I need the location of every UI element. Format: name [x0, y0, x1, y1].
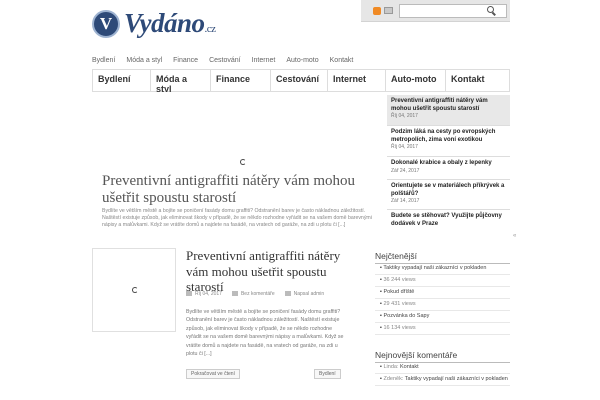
logo-name: Vydáno [124, 8, 205, 38]
top-navigation: Bydlení Móda a styl Finance Cestování In… [92, 57, 353, 64]
slider-item-date: Zář 14, 2017 [391, 198, 420, 204]
slider-item[interactable]: Budete se stěhovat? Využijte půjčovny do… [387, 210, 510, 233]
popular-item-views: 29 431 views [383, 301, 416, 307]
topnav-item-internet[interactable]: Internet [252, 57, 276, 64]
post-comments-text: Bez komentáře [240, 291, 275, 297]
post-author-text: Napsal admin [293, 291, 325, 297]
slider-item[interactable]: Orientujete se v materiálech příkrývek a… [387, 180, 510, 210]
main-navigation: Bydlení Móda a styl Finance Cestování In… [92, 69, 510, 94]
mainnav-item-finance[interactable]: Finance [211, 70, 271, 91]
mainnav-item-kontakt[interactable]: Kontakt [446, 70, 510, 91]
popular-list: ▪ Taktiky vypadají naši zákazníci v pokl… [375, 263, 510, 335]
slider-item[interactable]: Preventivní antigraffiti nátěry vám moho… [387, 95, 510, 126]
post-meta: Říj 04, 2017 Bez komentáře Napsal admin [186, 291, 324, 297]
slider-item-title: Podzim láká na cesty po evropských metro… [391, 129, 496, 143]
popular-item-views: 16 134 views [383, 325, 416, 331]
slider-item-title: Orientujete se v materiálech příkrývek a… [391, 183, 505, 197]
popular-item[interactable]: ▪ Pozvánka do Sapy [375, 311, 510, 323]
slider-item-date: Zář 24, 2017 [391, 167, 420, 174]
comment-item[interactable]: ▪ Linda: Kontakt [375, 362, 510, 374]
logo-tld: .cz [204, 23, 217, 35]
topnav-item-moda[interactable]: Móda a styl [126, 57, 162, 64]
topnav-item-kontakt[interactable]: Kontakt [330, 57, 354, 64]
popular-item-title: Taktiky vypadají naši zákazníci v poklad… [383, 265, 487, 271]
topnav-item-cestovani[interactable]: Cestování [209, 57, 241, 64]
post-thumbnail[interactable] [92, 248, 176, 332]
read-more-button[interactable]: Pokračovat ve čtení [186, 369, 240, 379]
popular-item[interactable]: ▪ Pokud dříště [375, 287, 510, 299]
featured-slide[interactable]: Preventivní antigraffiti nátěry vám moho… [92, 92, 382, 232]
mainnav-item-auto-moto[interactable]: Auto-moto [386, 70, 446, 91]
loading-spinner-icon [240, 159, 246, 165]
post-date-text: Říj 04, 2017 [195, 291, 222, 297]
slider-item[interactable]: Dokonalé krabice a obaly z lepenky Zář 2… [387, 157, 510, 180]
logo-text: Vydáno.cz [124, 8, 216, 39]
loading-spinner-icon [132, 287, 138, 293]
header-search-bar [361, 0, 510, 22]
comment-author: Zdeněk: [383, 376, 404, 382]
search-icon[interactable] [487, 6, 494, 13]
site-logo[interactable]: V Vydáno.cz [92, 8, 216, 39]
slider-item-title: Budete se stěhovat? Využijte půjčovny do… [391, 213, 502, 227]
post-comments[interactable]: Bez komentáře [231, 291, 275, 297]
slider-item-title: Dokonalé krabice a obaly z lepenky [391, 160, 492, 166]
post-author[interactable]: Napsal admin [284, 291, 325, 297]
topnav-item-auto-moto[interactable]: Auto-moto [286, 57, 318, 64]
featured-title[interactable]: Preventivní antigraffiti nátěry vám moho… [102, 173, 382, 207]
popular-item-title: Pokud dříště [383, 289, 415, 295]
comment-author: Linda: [383, 364, 399, 370]
author-icon [284, 291, 291, 297]
popular-views: ▪ 16 134 views [375, 323, 510, 335]
popular-item-title: Pozvánka do Sapy [383, 313, 430, 319]
mail-icon[interactable] [384, 7, 393, 14]
slider-item[interactable]: Podzim láká na cesty po evropských metro… [387, 126, 510, 157]
slider-item-date: Říj 04, 2017 [391, 113, 418, 119]
topnav-item-bydleni[interactable]: Bydlení [92, 57, 115, 64]
mainnav-item-moda[interactable]: Móda a styl [151, 70, 211, 94]
post-category-link[interactable]: Bydlení [314, 369, 341, 379]
mainnav-item-cestovani[interactable]: Cestování [271, 70, 328, 91]
slider-prev-icon[interactable]: « [513, 233, 516, 239]
mainnav-item-bydleni[interactable]: Bydlení [92, 70, 151, 91]
post-title[interactable]: Preventivní antigraffiti nátěry vám moho… [186, 248, 346, 295]
mainnav-item-internet[interactable]: Internet [328, 70, 386, 91]
popular-item-views: 36 244 views [383, 277, 416, 283]
popular-views: ▪ 36 244 views [375, 275, 510, 287]
calendar-icon [186, 291, 192, 297]
logo-badge: V [92, 9, 120, 38]
comment-post[interactable]: Taktiky vypadají naši zákazníci v poklad… [405, 376, 508, 382]
comments-list: ▪ Linda: Kontakt ▪ Zdeněk: Taktiky vypad… [375, 362, 510, 386]
topnav-item-finance[interactable]: Finance [173, 57, 198, 64]
featured-excerpt: Bydlíte ve větším městě a bojíte se poni… [102, 208, 372, 228]
popular-item[interactable]: ▪ Taktiky vypadají naši zákazníci v pokl… [375, 263, 510, 275]
comment-icon [231, 291, 238, 297]
comment-item[interactable]: ▪ Zdeněk: Taktiky vypadají naši zákazníc… [375, 374, 510, 386]
popular-views: ▪ 29 431 views [375, 299, 510, 311]
post-date: Říj 04, 2017 [186, 291, 222, 297]
slider-item-date: Říj 04, 2017 [391, 144, 418, 150]
rss-icon[interactable] [373, 6, 381, 15]
comment-post[interactable]: Kontakt [400, 364, 419, 370]
slider-list: Preventivní antigraffiti nátěry vám moho… [387, 95, 510, 235]
slider-item-title: Preventivní antigraffiti nátěry vám moho… [391, 98, 488, 112]
post-excerpt: Bydlíte ve větším městě a bojíte se poni… [186, 309, 344, 358]
